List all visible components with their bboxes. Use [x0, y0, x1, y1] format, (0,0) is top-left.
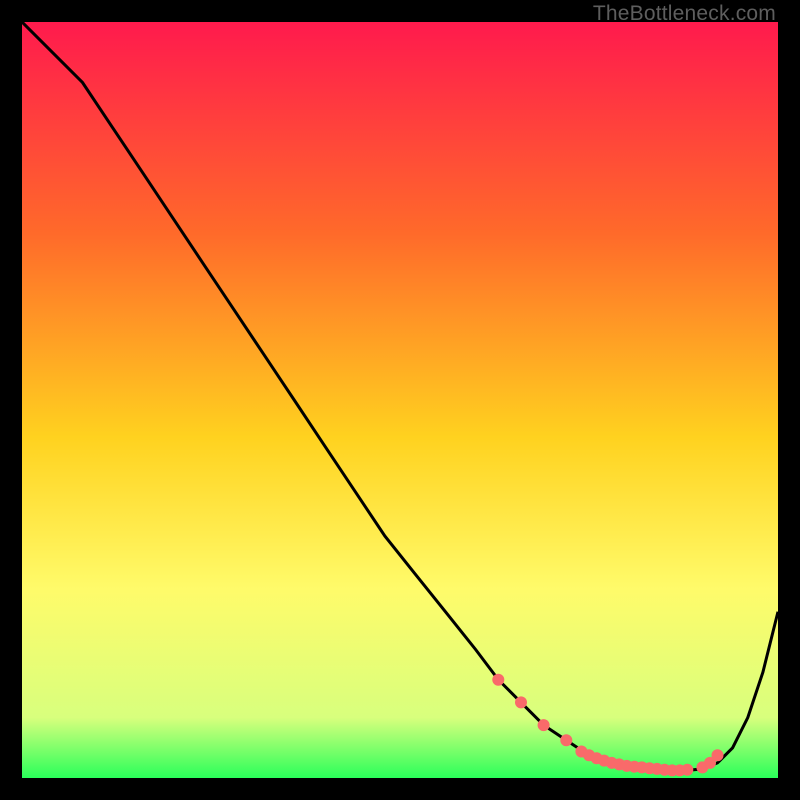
watermark-text: TheBottleneck.com	[593, 2, 776, 26]
bottleneck-chart	[22, 22, 778, 778]
chart-frame	[22, 22, 778, 778]
marker-point	[492, 674, 504, 686]
marker-point	[712, 749, 724, 761]
marker-point	[515, 696, 527, 708]
marker-point	[681, 764, 693, 776]
marker-point	[560, 734, 572, 746]
gradient-background	[22, 22, 778, 778]
marker-point	[538, 719, 550, 731]
